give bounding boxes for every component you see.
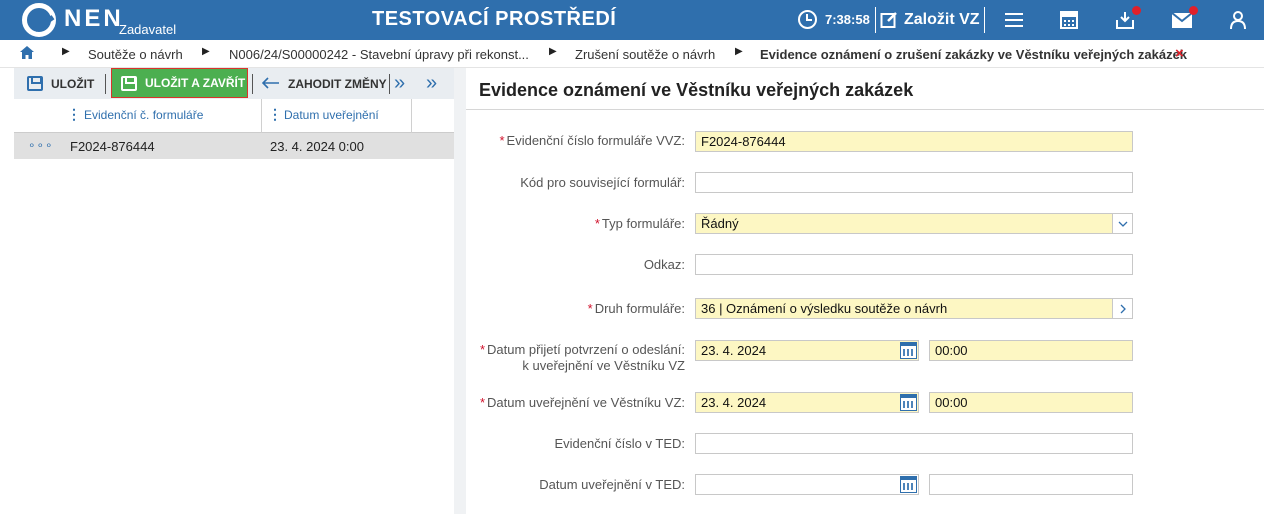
ted-number-field[interactable] [695,433,1133,454]
discard-changes-label: ZAHODIT ZMĚNY [288,76,387,91]
cell-published: 23. 4. 2024 0:00 [270,139,364,154]
create-vz-button[interactable]: Založit VZ [880,6,980,34]
divider [105,74,106,94]
receipt-date-value: 23. 4. 2024 [701,343,767,358]
label-ted-date: Datum uveřejnění v TED: [539,477,685,492]
ted-time-field[interactable] [929,474,1133,495]
form-type-select[interactable]: Řádný [695,213,1133,234]
divider [984,7,985,33]
divider [875,7,876,33]
chevron-right-icon: ▶ [202,46,210,57]
ted-date-field[interactable] [695,474,919,495]
label-form-number: * Evidenční číslo formuláře VVZ: [499,133,685,148]
chevron-down-icon[interactable] [1112,214,1132,233]
column-separator[interactable] [261,99,262,133]
save-and-close-label: ULOŽIT A ZAVŘÍT [145,76,246,90]
save-icon [27,76,43,91]
save-button[interactable]: ULOŽIT [27,68,94,99]
label-receipt-date: * Datum přijetí potvrzení o odeslání: k u… [479,342,685,373]
column-header-form-number[interactable]: Evidenční č. formuláře [84,108,203,122]
label-link: Odkaz: [643,257,685,272]
form-type-value: Řádný [701,216,739,231]
divider [252,74,253,94]
session-clock: 7:38:58 [825,12,870,27]
label-form-kind: * Druh formuláře: [587,301,685,316]
save-label: ULOŽIT [51,76,95,91]
label-ted-number: Evidenční číslo v TED: [554,436,685,451]
breadcrumb-item[interactable]: Soutěže o návrh [88,47,183,62]
collapse-panel-button[interactable]: » [426,68,437,99]
label-published-date: * Datum uveřejnění ve Věstníku VZ: [479,395,685,410]
chevron-right-icon: ▶ [735,46,743,57]
left-panel: ULOŽIT ULOŽIT A ZAVŘÍT ZAHODIT ZMĚNY » »… [14,68,454,514]
logo-text[interactable]: NEN [64,5,124,33]
receipt-time-field[interactable]: 00:00 [929,340,1133,361]
hamburger-menu-icon[interactable] [1003,9,1025,31]
divider [466,109,1264,110]
breadcrumb-item[interactable]: N006/24/S00000242 - Stavební úpravy při … [229,47,529,62]
discard-changes-button[interactable]: ZAHODIT ZMĚNY [262,68,387,99]
user-icon[interactable] [1227,9,1249,31]
calculator-icon[interactable] [1058,9,1080,31]
published-date-value: 23. 4. 2024 [701,395,767,410]
calendar-icon[interactable] [900,342,917,359]
more-actions-button[interactable]: » [394,68,405,99]
cell-form-number: F2024-876444 [70,139,155,154]
form-kind-value: 36 | Oznámení o výsledku soutěže o návrh [701,301,948,316]
column-header-published[interactable]: Datum uveřejnění [284,108,379,122]
page-title: Evidence oznámení ve Věstníku veřejných … [479,80,914,100]
edit-icon [880,12,897,28]
form-number-field[interactable]: F2024-876444 [695,131,1133,152]
table-row[interactable]: ∘∘∘ F2024-876444 23. 4. 2024 0:00 [14,133,454,159]
calendar-icon[interactable] [900,476,917,493]
save-icon [121,75,137,91]
notification-dot [1189,6,1198,15]
top-bar: NEN Zadavatel TESTOVACÍ PROSTŘEDÍ 7:38:5… [0,0,1264,40]
inbox-icon[interactable] [1114,6,1141,31]
related-code-field[interactable] [695,172,1133,193]
toolbar: ULOŽIT ULOŽIT A ZAVŘÍT ZAHODIT ZMĚNY » » [14,68,454,99]
column-menu-icon[interactable]: ⋮ [268,106,282,123]
divider [389,74,390,94]
chevron-right-icon: ▶ [549,46,557,57]
breadcrumb: ▶ Soutěže o návrh ▶ N006/24/S00000242 - … [0,40,1264,68]
logo-subtitle: Zadavatel [119,22,177,37]
label-form-type: * Typ formuláře: [594,216,685,231]
logo-icon[interactable] [22,3,56,37]
breadcrumb-current: Evidence oznámení o zrušení zakázky ve V… [760,47,1188,62]
environment-title: TESTOVACÍ PROSTŘEDÍ [372,8,617,30]
row-menu-icon[interactable]: ∘∘∘ [28,138,54,152]
column-separator[interactable] [411,99,412,133]
save-and-close-button[interactable]: ULOŽIT A ZAVŘÍT [111,68,248,98]
mail-icon[interactable] [1171,6,1198,31]
undo-icon [262,76,279,89]
grid-header: ⋮ Evidenční č. formuláře ⋮ Datum uveřejn… [14,99,454,133]
home-icon[interactable] [20,46,34,63]
panel-splitter[interactable] [454,68,466,514]
create-vz-label: Založit VZ [904,11,980,28]
clock-icon [798,10,817,29]
receipt-date-field[interactable]: 23. 4. 2024 [695,340,919,361]
published-time-field[interactable]: 00:00 [929,392,1133,413]
link-field[interactable] [695,254,1133,275]
chevron-right-icon: ▶ [62,46,70,57]
label-related-code: Kód pro související formulář: [520,175,685,190]
calendar-icon[interactable] [900,394,917,411]
notification-dot [1132,6,1141,15]
close-icon[interactable]: × [1175,45,1184,62]
chevron-right-icon[interactable] [1112,299,1132,318]
column-menu-icon[interactable]: ⋮ [67,106,81,123]
form-kind-select[interactable]: 36 | Oznámení o výsledku soutěže o návrh [695,298,1133,319]
breadcrumb-item[interactable]: Zrušení soutěže o návrh [575,47,715,62]
published-date-field[interactable]: 23. 4. 2024 [695,392,919,413]
